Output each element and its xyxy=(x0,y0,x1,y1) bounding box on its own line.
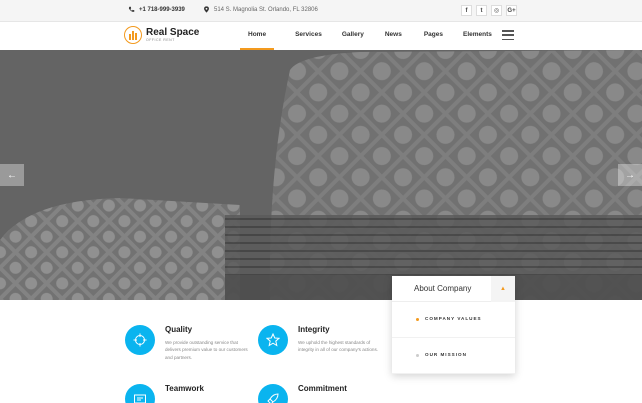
nav-gallery[interactable]: Gallery xyxy=(342,22,364,50)
next-glyph: → xyxy=(625,169,635,181)
address-contact: 514 S. Magnolia St. Orlando, FL 32806 xyxy=(203,6,318,13)
nav-home[interactable]: Home xyxy=(240,22,275,50)
logo-text: Real Space OFFICE RENT xyxy=(146,26,200,43)
phone-contact[interactable]: +1 718-999-3939 xyxy=(128,6,185,13)
logo[interactable]: Real Space OFFICE RENT xyxy=(124,26,199,44)
feature-title: Teamwork xyxy=(165,384,204,393)
facebook-icon[interactable]: f xyxy=(461,5,472,16)
accordion-item-company-values[interactable]: COMPANY VALUES xyxy=(392,302,515,338)
google-plus-glyph: G+ xyxy=(507,7,516,14)
accordion-item-label: OUR MISSION xyxy=(425,352,467,357)
slider-prev-arrow-icon[interactable]: ← xyxy=(0,164,24,186)
star-icon xyxy=(258,325,288,355)
instagram-icon[interactable]: ◎ xyxy=(491,5,502,16)
menu-hamburger-icon[interactable] xyxy=(502,30,514,40)
id-card-icon xyxy=(125,384,155,403)
collapse-toggle-icon[interactable]: ▲ xyxy=(491,276,515,302)
instagram-glyph: ◎ xyxy=(493,8,500,14)
feature-description: We uphold the highest standards of integ… xyxy=(298,340,379,353)
top-bar: +1 718-999-3939 514 S. Magnolia St. Orla… xyxy=(0,0,642,22)
toggle-glyph: ▲ xyxy=(500,286,506,292)
site-header: Real Space OFFICE RENT Home Services Gal… xyxy=(0,22,642,50)
prev-glyph: ← xyxy=(7,169,17,181)
accordion-item-label: COMPANY VALUES xyxy=(425,316,482,321)
nav-services[interactable]: Services xyxy=(295,22,322,50)
bullet-icon xyxy=(416,318,419,321)
feature-description: We provide outstanding service that deli… xyxy=(165,340,248,360)
building-logo-icon xyxy=(124,26,142,44)
rocket-icon xyxy=(258,384,288,403)
nav-news[interactable]: News xyxy=(385,22,402,50)
location-pin-icon xyxy=(204,6,209,13)
feature-title: Integrity xyxy=(298,325,330,334)
feature-title: Commitment xyxy=(298,384,347,393)
nav-pages[interactable]: Pages xyxy=(424,22,443,50)
feature-title: Quality xyxy=(165,325,193,334)
brand-name: Real Space xyxy=(146,26,200,38)
twitter-icon[interactable]: t xyxy=(476,5,487,16)
social-links: f t ◎ G+ xyxy=(461,5,517,16)
brand-tagline: OFFICE RENT xyxy=(146,37,175,42)
target-icon xyxy=(125,325,155,355)
google-plus-icon[interactable]: G+ xyxy=(506,5,517,16)
about-company-accordion: About Company ▲ COMPANY VALUES OUR MISSI… xyxy=(392,276,515,374)
phone-icon xyxy=(128,6,135,12)
accordion-title: About Company xyxy=(414,284,472,293)
slider-next-arrow-icon[interactable]: → xyxy=(618,164,642,186)
main-nav: Home Services Gallery News Pages Element… xyxy=(240,22,492,50)
twitter-glyph: t xyxy=(480,7,483,14)
accordion-item-our-mission[interactable]: OUR MISSION xyxy=(392,338,515,374)
hero-building-image xyxy=(0,50,642,300)
facebook-glyph: f xyxy=(465,7,468,14)
nav-elements[interactable]: Elements xyxy=(463,22,492,50)
phone-number: +1 718-999-3939 xyxy=(139,6,185,13)
hero-slider: ← → xyxy=(0,50,642,300)
bullet-icon xyxy=(416,354,419,357)
accordion-header[interactable]: About Company ▲ xyxy=(392,276,515,302)
address-text: 514 S. Magnolia St. Orlando, FL 32806 xyxy=(214,6,318,13)
